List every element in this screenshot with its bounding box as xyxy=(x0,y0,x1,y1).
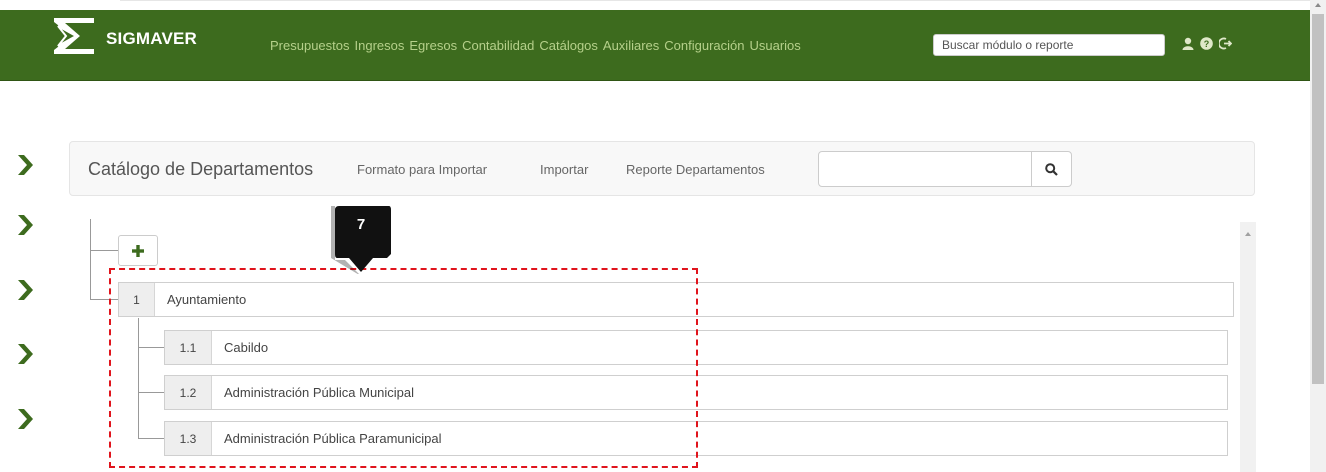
node-number: 1 xyxy=(119,283,155,316)
tree-node-root[interactable]: 1 Ayuntamiento xyxy=(118,282,1234,317)
down-arrow-callout-icon xyxy=(331,206,391,276)
annotation-callout: 7 xyxy=(329,204,393,276)
tree-node-child[interactable]: 1.3 Administración Pública Paramunicipal xyxy=(164,421,1228,456)
import-format-link[interactable]: Formato para Importar xyxy=(357,162,487,177)
department-report-link[interactable]: Reporte Departamentos xyxy=(626,162,765,177)
catalog-toolbar: Catálogo de Departamentos Formato para I… xyxy=(69,141,1255,196)
menu-auxiliares[interactable]: Auxiliares xyxy=(603,38,659,53)
tree-connector xyxy=(138,438,164,439)
scrollbar-thumb[interactable] xyxy=(1312,14,1324,384)
logout-icon[interactable] xyxy=(1219,37,1232,50)
brand[interactable]: SIGMAVER xyxy=(52,16,197,61)
chevron-right-icon[interactable] xyxy=(16,153,34,177)
tree-scrollbar[interactable] xyxy=(1240,222,1256,472)
chevron-right-icon[interactable] xyxy=(16,407,34,431)
chevron-right-icon[interactable] xyxy=(16,278,34,302)
tree-connector xyxy=(138,347,164,348)
menu-ingresos[interactable]: Ingresos xyxy=(355,38,405,53)
chevron-right-icon[interactable] xyxy=(16,213,34,237)
menu-presupuestos[interactable]: Presupuestos xyxy=(270,38,350,53)
menu-usuarios[interactable]: Usuarios xyxy=(749,38,800,53)
node-label: Administración Pública Municipal xyxy=(224,385,415,400)
annotation-number: 7 xyxy=(356,216,366,233)
node-label: Administración Pública Paramunicipal xyxy=(224,431,442,446)
help-icon[interactable]: ? xyxy=(1200,37,1213,50)
add-node-button[interactable] xyxy=(118,235,158,266)
module-search-input[interactable] xyxy=(933,34,1165,56)
menu-contabilidad[interactable]: Contabilidad xyxy=(462,38,534,53)
tree-connector xyxy=(138,392,164,393)
chevron-right-icon[interactable] xyxy=(16,342,34,366)
brand-name: SIGMAVER xyxy=(106,28,198,48)
page-title: Catálogo de Departamentos xyxy=(88,159,314,179)
tree-node-child[interactable]: 1.2 Administración Pública Municipal xyxy=(164,375,1228,410)
tree-node-child[interactable]: 1.1 Cabildo xyxy=(164,330,1228,365)
tree-connector xyxy=(90,250,118,251)
import-link[interactable]: Importar xyxy=(540,162,588,177)
main-menu: Presupuestos Ingresos Egresos Contabilid… xyxy=(270,38,801,53)
tree-connector xyxy=(90,299,118,300)
menu-configuracion[interactable]: Configuración xyxy=(664,38,744,53)
node-number: 1.1 xyxy=(165,331,212,364)
menu-catalogos[interactable]: Catálogos xyxy=(539,38,598,53)
top-navbar: SIGMAVER Presupuestos Ingresos Egresos C… xyxy=(0,10,1310,81)
user-icon[interactable] xyxy=(1182,37,1194,50)
node-number: 1.2 xyxy=(165,376,212,409)
search-icon xyxy=(1045,162,1058,176)
catalog-search-input[interactable] xyxy=(818,151,1032,187)
node-label: Ayuntamiento xyxy=(167,292,247,307)
page-scrollbar[interactable] xyxy=(1310,0,1326,472)
scroll-up-icon[interactable] xyxy=(1315,3,1321,7)
tree-connector xyxy=(90,219,91,299)
node-label: Cabildo xyxy=(224,340,269,355)
sigma-logo-icon xyxy=(52,16,96,61)
menu-egresos[interactable]: Egresos xyxy=(409,38,457,53)
nav-icons: ? xyxy=(1182,37,1232,50)
top-divider xyxy=(120,0,1310,1)
plus-icon xyxy=(132,244,144,257)
catalog-search-button[interactable] xyxy=(1031,151,1072,187)
scroll-up-icon[interactable] xyxy=(1245,232,1251,236)
node-number: 1.3 xyxy=(165,422,212,455)
tree-connector xyxy=(138,318,139,438)
svg-text:?: ? xyxy=(1204,39,1210,49)
